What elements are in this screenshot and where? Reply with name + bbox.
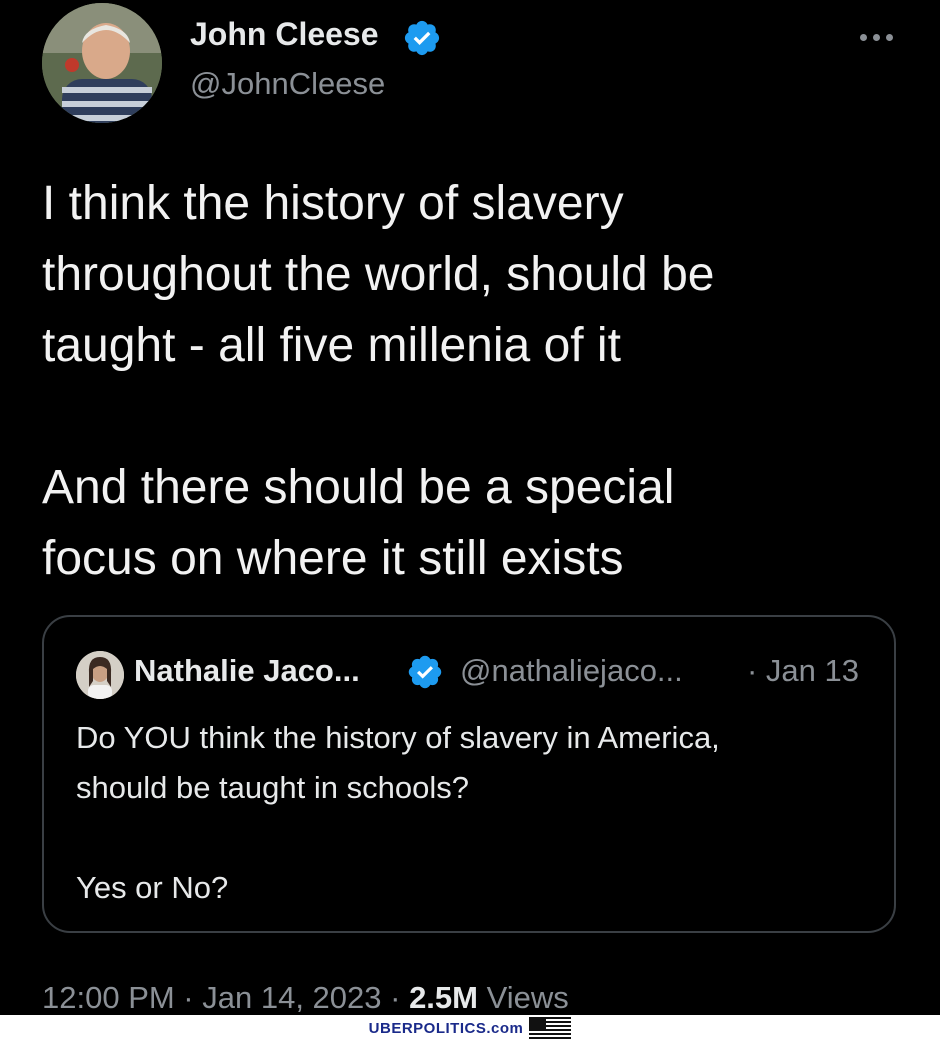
us-flag-icon <box>529 1017 572 1039</box>
author-name[interactable]: John Cleese <box>190 16 379 53</box>
quoted-author-name[interactable]: Nathalie Jaco... <box>134 653 360 689</box>
verified-badge-icon <box>402 18 442 58</box>
tweet-text: I think the history of slavery throughou… <box>42 177 715 585</box>
tweet-meta: 12:00 PM · Jan 14, 2023 · 2.5M Views <box>42 980 569 1016</box>
author-avatar[interactable] <box>42 3 162 123</box>
quoted-tweet-text: Do YOU think the history of slavery in A… <box>76 720 720 905</box>
watermark-text: UBERPOLITICS.com <box>368 1019 524 1037</box>
watermark-bar: UBERPOLITICS.com <box>0 1015 940 1041</box>
author-handle[interactable]: @JohnCleese <box>190 66 385 102</box>
verified-badge-icon <box>406 653 444 691</box>
views-count: 2.5M <box>409 980 478 1015</box>
quoted-author-avatar[interactable] <box>76 651 124 699</box>
tweet-timestamp[interactable]: 12:00 PM · Jan 14, 2023 · <box>42 980 409 1015</box>
quoted-tweet-card[interactable]: Nathalie Jaco... @nathaliejaco... · Jan … <box>42 615 896 933</box>
views-label: Views <box>477 980 569 1015</box>
quoted-tweet-date[interactable]: · Jan 13 <box>747 653 859 689</box>
quoted-author-handle[interactable]: @nathaliejaco... <box>460 653 683 689</box>
more-options-icon[interactable] <box>856 22 896 52</box>
